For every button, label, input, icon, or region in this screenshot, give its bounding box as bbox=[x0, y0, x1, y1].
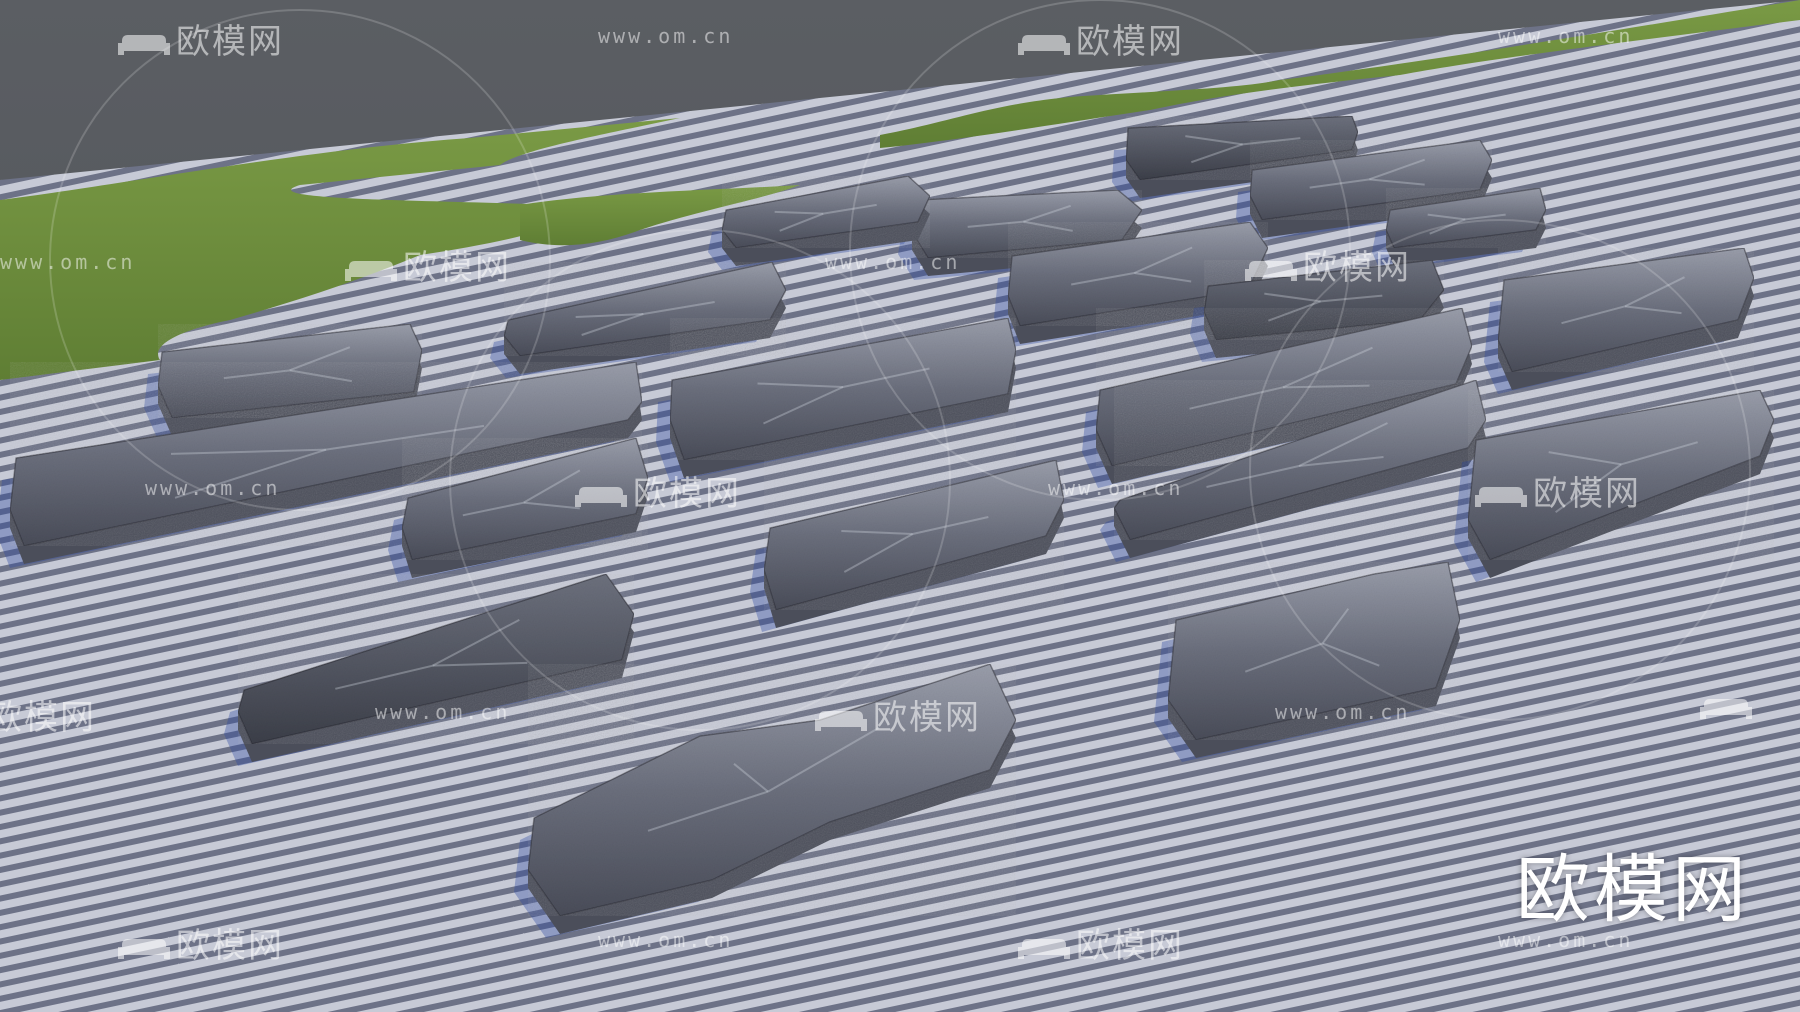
brand-mark: 欧模网 bbox=[1516, 847, 1750, 933]
render-scene: 欧模网 www.om.cn 欧模网 www.om.cn www.om.cn 欧模… bbox=[0, 0, 1800, 1012]
